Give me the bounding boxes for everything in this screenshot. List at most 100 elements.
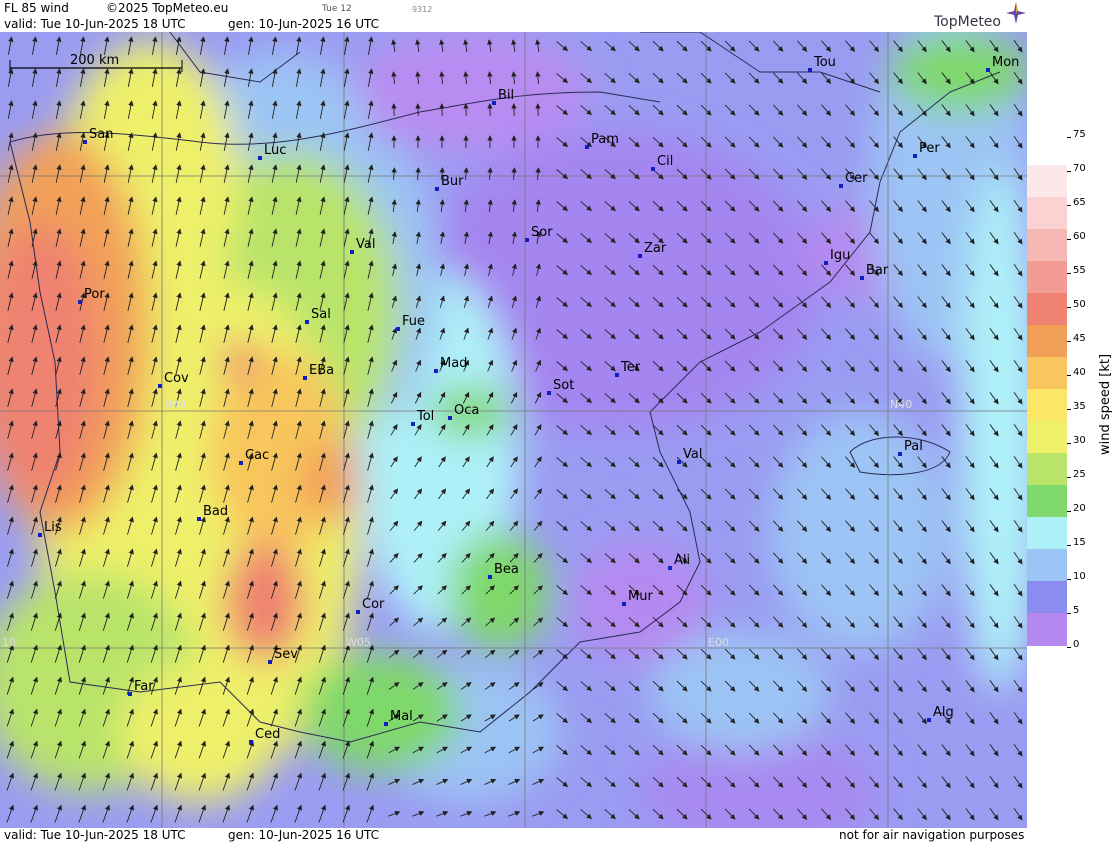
run-label: Tue 12 <box>322 4 352 14</box>
city-label: Por <box>84 287 105 302</box>
legend-swatch <box>1027 293 1067 326</box>
city-dot <box>239 461 243 465</box>
city-dot <box>824 261 828 265</box>
legend-swatch <box>1027 613 1067 646</box>
legend-tick-mark <box>1067 511 1071 512</box>
map-footer: valid: Tue 10-Jun-2025 18 UTC gen: 10-Ju… <box>0 828 1027 843</box>
city-dot <box>78 300 82 304</box>
legend-tick-label: 25 <box>1073 469 1086 480</box>
city-dot <box>488 575 492 579</box>
city-label: Mur <box>628 589 653 604</box>
scale-label: 200 km <box>70 53 119 68</box>
wind-map[interactable]: 200 km N40 N40 W05 E00 10 San Luc Val Sal Po… <box>0 32 1027 828</box>
legend-swatch <box>1027 485 1067 518</box>
legend-swatch <box>1027 581 1067 614</box>
city-dot <box>448 416 452 420</box>
code-label: 9312 <box>412 5 433 14</box>
legend-tick-label: 60 <box>1073 231 1086 242</box>
legend-tick-mark <box>1067 239 1071 240</box>
city-label: Bil <box>498 88 514 103</box>
legend-swatch <box>1027 261 1067 294</box>
city-dot <box>435 187 439 191</box>
city-dot <box>547 391 551 395</box>
city-dot <box>638 254 642 258</box>
city-label: San <box>89 127 113 142</box>
city-label: Mad <box>440 356 467 371</box>
city-label: Per <box>919 141 940 156</box>
city-dot <box>249 740 253 744</box>
legend-tick-label: 20 <box>1073 503 1086 514</box>
city-dot <box>492 101 496 105</box>
legend-swatch <box>1027 229 1067 262</box>
city-label: Bar <box>866 263 889 278</box>
city-label: Bur <box>441 174 464 189</box>
city-label: Oca <box>454 403 479 418</box>
compass-logo-icon <box>1006 2 1026 27</box>
city-label: Cil <box>657 154 673 169</box>
city-dot <box>303 376 307 380</box>
legend-tick-mark <box>1067 137 1071 138</box>
legend-tick-label: 30 <box>1073 435 1086 446</box>
grid-label: N40 <box>890 398 912 411</box>
legend-tick-label: 45 <box>1073 333 1086 344</box>
city-label: Sot <box>553 378 574 393</box>
legend-swatch <box>1027 517 1067 550</box>
legend-tick-label: 0 <box>1073 639 1080 650</box>
city-dot <box>305 320 309 324</box>
valid-time: valid: Tue 10-Jun-2025 18 UTC <box>4 17 186 31</box>
city-dot <box>356 610 360 614</box>
footer-generated-time: gen: 10-Jun-2025 16 UTC <box>228 828 380 842</box>
legend-tick-mark <box>1067 273 1071 274</box>
city-label: Cer <box>845 171 868 186</box>
city-label: Pal <box>904 439 923 454</box>
map-header: FL 85 wind ©2025 TopMeteo.eu valid: Tue … <box>0 0 1027 32</box>
grid-label: 10 <box>2 636 16 649</box>
city-dot <box>585 145 589 149</box>
legend-tick-label: 70 <box>1073 163 1086 174</box>
grid-label: N40 <box>164 398 186 411</box>
legend-swatch <box>1027 197 1067 230</box>
city-label: Alg <box>933 705 954 720</box>
legend-swatch <box>1027 453 1067 486</box>
city-label: Ali <box>674 553 690 568</box>
legend-tick-label: 10 <box>1073 571 1086 582</box>
legend-swatch <box>1027 549 1067 582</box>
city-label: Fue <box>402 314 425 329</box>
legend-swatch <box>1027 389 1067 422</box>
city-label: Sor <box>531 225 553 240</box>
legend-swatch <box>1027 421 1067 454</box>
city-dot <box>622 602 626 606</box>
legend-tick-label: 5 <box>1073 605 1080 616</box>
legend-tick-label: 50 <box>1073 299 1086 310</box>
legend-tick-label: 75 <box>1073 129 1086 140</box>
city-dot <box>158 384 162 388</box>
city-dot <box>839 184 843 188</box>
city-label: Cov <box>164 371 189 386</box>
city-dot <box>927 718 931 722</box>
city-dot <box>615 373 619 377</box>
city-label: Ter <box>620 360 641 375</box>
city-dot <box>268 660 272 664</box>
legend-tick-label: 35 <box>1073 401 1086 412</box>
city-dot <box>258 156 262 160</box>
legend-tick-label: 65 <box>1073 197 1086 208</box>
city-dot <box>83 140 87 144</box>
disclaimer-text: not for air navigation purposes <box>839 828 1025 842</box>
legend-swatch <box>1027 133 1067 166</box>
city-dot <box>668 566 672 570</box>
city-dot <box>913 154 917 158</box>
city-label: Far <box>134 679 154 694</box>
city-dot <box>411 422 415 426</box>
city-label: Cac <box>245 448 269 463</box>
city-dot <box>384 722 388 726</box>
city-label: Bea <box>494 562 519 577</box>
city-label: Lis <box>44 520 62 535</box>
city-dot <box>350 250 354 254</box>
legend-tick-mark <box>1067 205 1071 206</box>
legend-tick-mark <box>1067 477 1071 478</box>
legend-tick-mark <box>1067 341 1071 342</box>
legend-unit-label: wind speed [kt] <box>1098 353 1113 455</box>
city-label: Sev <box>274 647 298 662</box>
copyright-text: ©2025 TopMeteo.eu <box>106 1 229 15</box>
legend-tick-mark <box>1067 375 1071 376</box>
